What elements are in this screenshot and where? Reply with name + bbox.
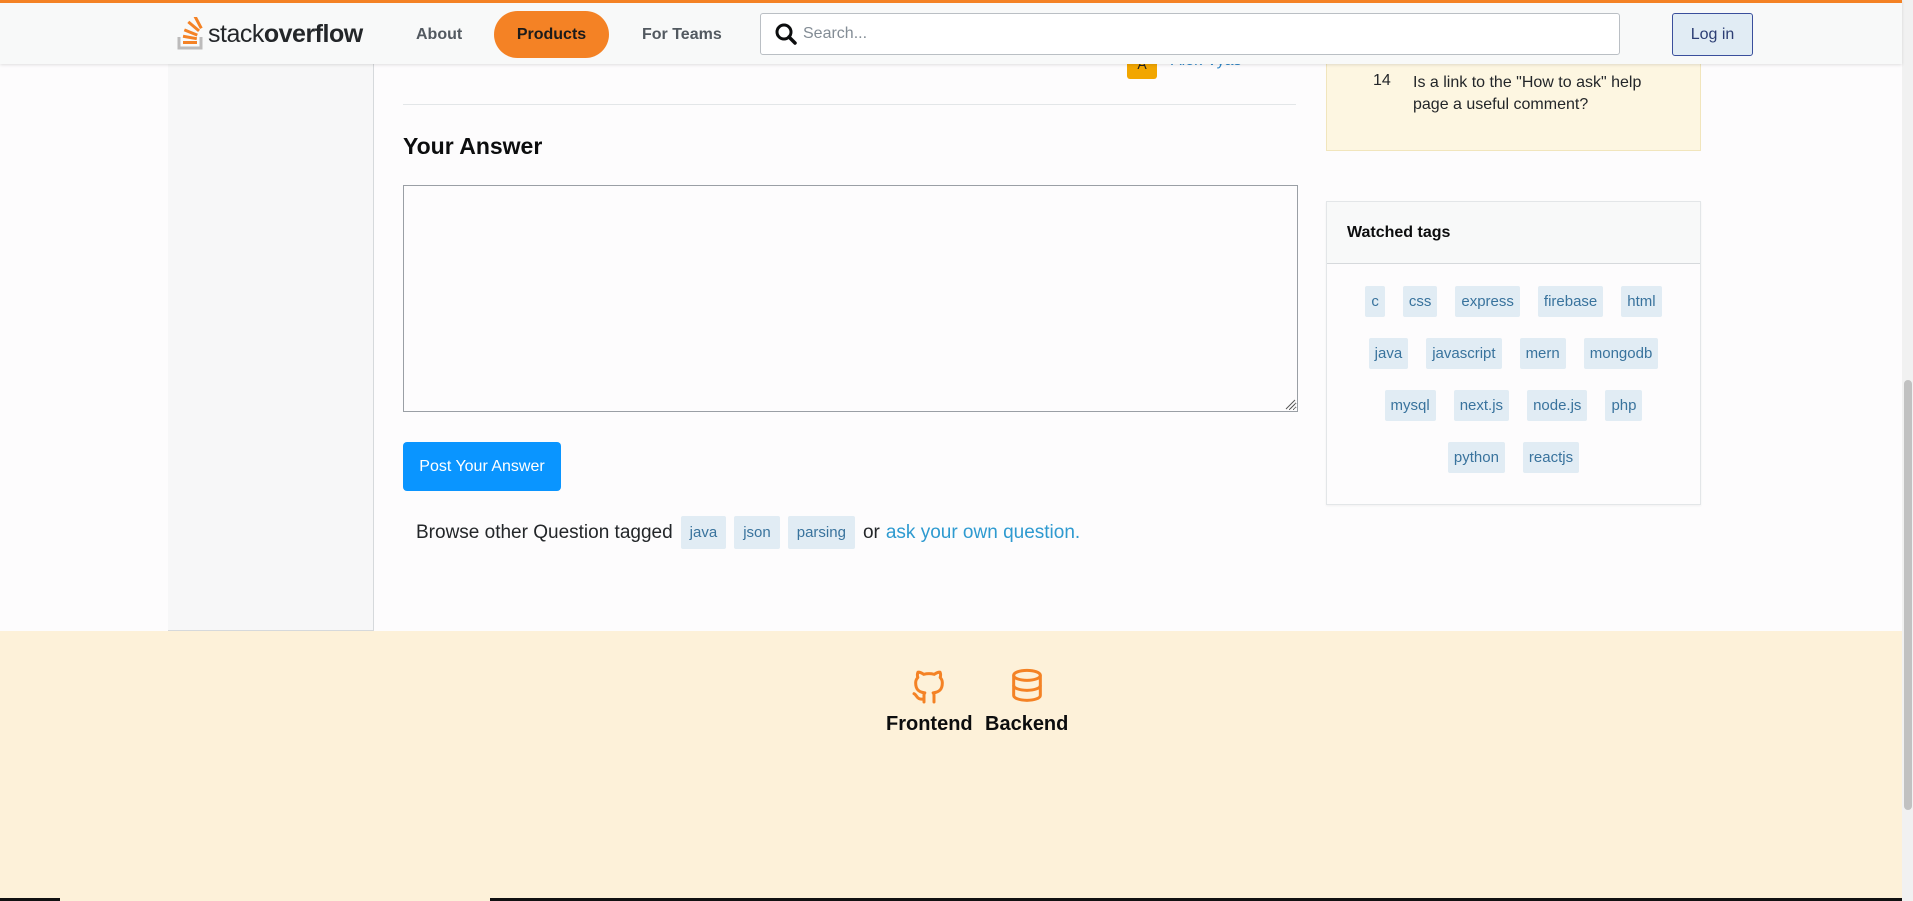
github-icon (912, 670, 945, 704)
frontend-label: Frontend (886, 713, 973, 735)
question-tag[interactable]: json (734, 516, 780, 549)
scrollbar-thumb[interactable] (1904, 380, 1912, 810)
watched-tag[interactable]: reactjs (1522, 442, 1580, 473)
watched-tag[interactable]: css (1402, 286, 1438, 317)
watched-tag[interactable]: mern (1519, 338, 1566, 369)
ask-question-link[interactable]: ask your own question. (886, 522, 1080, 544)
page-scrollbar[interactable] (1902, 0, 1913, 901)
top-bar: stackoverflow About Products For Teams L… (0, 0, 1902, 64)
watched-tag[interactable]: c (1365, 286, 1385, 317)
watched-tag[interactable]: next.js (1453, 390, 1510, 421)
answer-textarea[interactable] (403, 185, 1298, 412)
watched-tag[interactable]: html (1621, 286, 1662, 317)
watched-tags-panel: Watched tags c css express firebase html… (1326, 201, 1701, 505)
watched-tag[interactable]: node.js (1527, 390, 1588, 421)
search-bar (760, 13, 1620, 55)
post-answer-button[interactable]: Post Your Answer (403, 442, 561, 491)
watched-tag[interactable]: mongodb (1583, 338, 1659, 369)
stackoverflow-logo-icon (177, 17, 203, 50)
nav-products-button[interactable]: Products (494, 11, 609, 58)
backend-label: Backend (985, 713, 1069, 735)
site-logo[interactable]: stackoverflow (176, 15, 363, 53)
browse-prefix: Browse other Question tagged (416, 521, 673, 543)
left-sidebar (168, 64, 374, 631)
search-input[interactable] (803, 25, 1619, 43)
or-text: or (862, 521, 880, 543)
watched-tags-list: c css express firebase html java javascr… (1327, 264, 1700, 488)
watched-tags-title: Watched tags (1327, 202, 1700, 264)
logo-text: stackoverflow (208, 19, 363, 48)
frontend-link[interactable]: Frontend (886, 667, 973, 736)
nav-about[interactable]: About (416, 26, 462, 44)
browse-tags-line: Browse other Question tagged java json p… (416, 516, 1080, 549)
backend-link[interactable]: Backend (985, 667, 1068, 736)
resize-grip-icon[interactable] (1284, 398, 1296, 410)
featured-meta-box: 14 Is a link to the "How to ask" help pa… (1326, 50, 1701, 151)
footer: Frontend Backend (0, 631, 1902, 901)
your-answer-heading: Your Answer (403, 133, 543, 159)
featured-post-link[interactable]: Is a link to the "How to ask" help page … (1413, 72, 1663, 116)
watched-tag[interactable]: python (1447, 442, 1505, 473)
nav-for-teams[interactable]: For Teams (642, 26, 722, 44)
watched-tag[interactable]: express (1455, 286, 1520, 317)
question-tag[interactable]: parsing (787, 516, 855, 549)
search-icon (775, 23, 797, 45)
question-tag[interactable]: java (680, 516, 727, 549)
section-divider (403, 104, 1296, 105)
watched-tag[interactable]: javascript (1426, 338, 1502, 369)
login-button[interactable]: Log in (1672, 13, 1753, 56)
featured-count: 14 (1373, 72, 1391, 89)
watched-tag[interactable]: firebase (1537, 286, 1604, 317)
watched-tag[interactable]: php (1605, 390, 1643, 421)
watched-tag[interactable]: java (1368, 338, 1409, 369)
watched-tag[interactable]: mysql (1384, 390, 1436, 421)
database-icon (1011, 668, 1042, 702)
